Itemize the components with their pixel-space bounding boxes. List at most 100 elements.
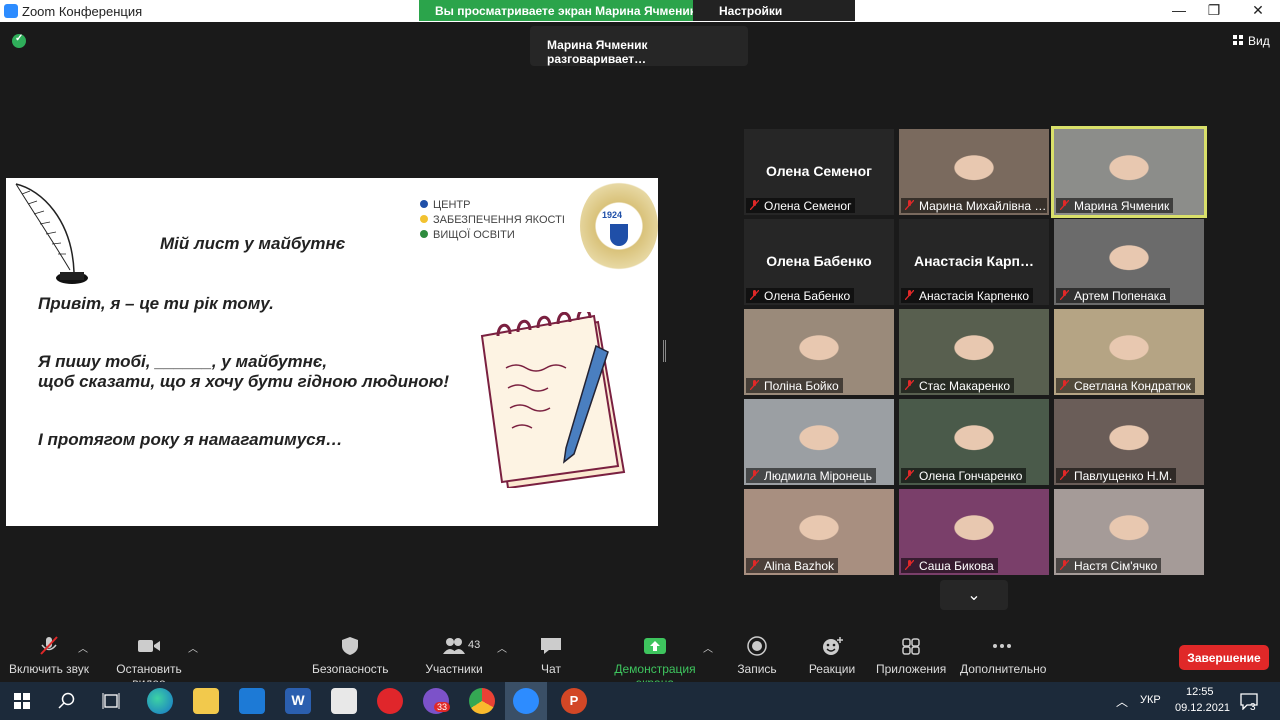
clock-time[interactable]: 12:55 — [1186, 686, 1214, 698]
participant-tile[interactable]: Светлана Кондратюк — [1054, 309, 1204, 395]
encryption-shield-icon[interactable] — [12, 33, 26, 48]
participant-tile[interactable]: Поліна Бойко — [744, 309, 894, 395]
reactions-button[interactable]: Реакции — [808, 636, 856, 676]
opera-icon[interactable] — [377, 688, 403, 714]
participant-tile[interactable]: Олена Семеног Олена Семеног — [744, 129, 894, 215]
clock-date[interactable]: 09.12.2021 — [1175, 702, 1230, 714]
powerpoint-icon[interactable]: P — [561, 688, 587, 714]
view-options-dropdown[interactable]: Настройки просмотра ⌄ — [693, 0, 855, 32]
trident-shield-icon — [610, 224, 628, 246]
mic-muted-icon — [905, 200, 914, 210]
participant-name-label: Марина Ячменик — [1056, 198, 1174, 213]
participant-big-name: Анастасія Карп… — [913, 253, 1035, 269]
participant-tile[interactable]: Настя Сім'ячко — [1054, 489, 1204, 575]
language-indicator[interactable]: УКР — [1140, 694, 1161, 706]
close-icon[interactable]: ✕ — [1248, 2, 1268, 20]
gallery-next-page-button[interactable]: ⌄ — [940, 580, 1008, 610]
participant-name: Светлана Кондратюк — [1074, 379, 1191, 393]
record-button[interactable]: Запись — [736, 636, 778, 676]
center-line-2: ЗАБЕЗПЕЧЕННЯ ЯКОСТІ — [433, 214, 565, 226]
participants-label: Участники — [425, 662, 483, 676]
mic-muted-icon — [1060, 380, 1069, 390]
zoom-icon[interactable] — [513, 688, 539, 714]
participant-tile[interactable]: Олена Бабенко Олена Бабенко — [744, 219, 894, 305]
apps-button[interactable]: Приложения — [876, 636, 946, 676]
participant-tile[interactable]: Людмила Міронець — [744, 399, 894, 485]
chat-bubble-icon — [541, 638, 561, 654]
apps-label: Приложения — [876, 662, 947, 676]
record-label: Запись — [737, 662, 777, 676]
chat-button[interactable]: Чат — [532, 636, 570, 676]
participant-tile[interactable]: Стас Макаренко — [899, 309, 1049, 395]
video-camera-icon — [138, 640, 160, 652]
more-dots-icon — [993, 644, 1011, 648]
end-meeting-button[interactable]: Завершение — [1179, 645, 1269, 670]
quality-center-logo: ЦЕНТР ЗАБЕЗПЕЧЕННЯ ЯКОСТІ ВИЩОЇ ОСВІТИ — [420, 198, 565, 243]
participants-count: 43 — [468, 639, 481, 651]
windows-start-icon[interactable] — [14, 693, 30, 709]
participant-tile[interactable]: Артем Попенака — [1054, 219, 1204, 305]
participant-tile[interactable]: Олена Гончаренко — [899, 399, 1049, 485]
participant-name-label: Анастасія Карпенко — [901, 288, 1034, 303]
tray-overflow-chevron-icon[interactable]: ︿ — [1116, 693, 1128, 710]
participant-name: Олена Семеног — [764, 199, 852, 213]
slide-title: Мій лист у майбутнє — [160, 234, 346, 253]
word-icon[interactable]: W — [285, 688, 311, 714]
participant-name-label: Стас Макаренко — [901, 378, 1015, 393]
search-icon[interactable] — [58, 692, 76, 710]
participant-name-label: Светлана Кондратюк — [1056, 378, 1195, 393]
mic-muted-icon — [750, 470, 759, 480]
view-button[interactable]: Вид — [1233, 34, 1270, 48]
participant-name-label: Поліна Бойко — [746, 378, 843, 393]
participant-tile[interactable]: Марина Ячменик — [1051, 126, 1207, 218]
more-button[interactable]: Дополнительно — [960, 636, 1046, 676]
mic-muted-icon — [1060, 200, 1069, 210]
security-button[interactable]: Безопасность — [312, 636, 389, 676]
participant-name: Марина Михайлівна … — [919, 199, 1047, 213]
participants-caret-icon[interactable]: ︿ — [497, 640, 507, 655]
screen-share-banner: Вы просматриваете экран Марина Ячменик — [419, 0, 712, 21]
participant-name: Alina Bazhok — [764, 559, 835, 573]
participant-tile[interactable]: Павлущенко Н.М. — [1054, 399, 1204, 485]
yellow-dot-icon — [420, 215, 428, 223]
participant-name-label: Олена Гончаренко — [901, 468, 1027, 483]
store-icon[interactable] — [331, 688, 357, 714]
quill-ink-icon — [15, 183, 88, 284]
minimize-icon[interactable]: — — [1169, 2, 1189, 20]
slide-line-2: Я пишу тобі, ______, у майбутнє, — [38, 352, 328, 371]
chrome-icon[interactable] — [469, 688, 495, 714]
slide-line-4: І протягом року я намагатимуся… — [38, 430, 343, 449]
file-explorer-icon[interactable] — [193, 688, 219, 714]
splitter-handle[interactable] — [663, 340, 666, 362]
view-button-label: Вид — [1248, 34, 1270, 48]
participant-name-label: Саша Бикова — [901, 558, 998, 573]
maximize-icon[interactable]: ❐ — [1204, 2, 1224, 20]
edge-browser-icon[interactable] — [147, 688, 173, 714]
video-options-caret-icon[interactable]: ︿ — [188, 640, 198, 655]
unmute-label: Включить звук — [8, 662, 90, 676]
mail-icon[interactable] — [239, 688, 265, 714]
meeting-toolbar: Включить звук ︿ Остановить видео ︿ Безоп… — [0, 628, 1280, 690]
security-shield-icon — [342, 637, 358, 655]
partner-logos-strip — [26, 514, 646, 526]
participant-name: Олена Гончаренко — [919, 469, 1023, 483]
participant-name: Павлущенко Н.М. — [1074, 469, 1173, 483]
task-view-icon[interactable] — [102, 692, 120, 710]
seal-year: 1924 — [602, 210, 623, 220]
mic-muted-icon — [1060, 470, 1069, 480]
share-options-caret-icon[interactable]: ︿ — [703, 640, 713, 655]
participant-tile[interactable]: Марина Михайлівна … — [899, 129, 1049, 215]
mic-muted-icon — [750, 200, 759, 210]
participant-name: Артем Попенака — [1074, 289, 1166, 303]
participant-name: Настя Сім'ячко — [1074, 559, 1158, 573]
mic-muted-icon — [905, 380, 914, 390]
participant-tile[interactable]: Анастасія Карп… Анастасія Карпенко — [899, 219, 1049, 305]
slide-line-1: Привіт, я – це ти рік тому. — [38, 294, 274, 313]
chat-label: Чат — [541, 662, 561, 676]
audio-options-caret-icon[interactable]: ︿ — [78, 640, 88, 655]
blue-dot-icon — [420, 200, 428, 208]
share-screen-icon — [644, 638, 666, 654]
participant-tile[interactable]: Саша Бикова — [899, 489, 1049, 575]
participant-tile[interactable]: Alina Bazhok — [744, 489, 894, 575]
participant-name-label: Марина Михайлівна … — [901, 198, 1047, 213]
